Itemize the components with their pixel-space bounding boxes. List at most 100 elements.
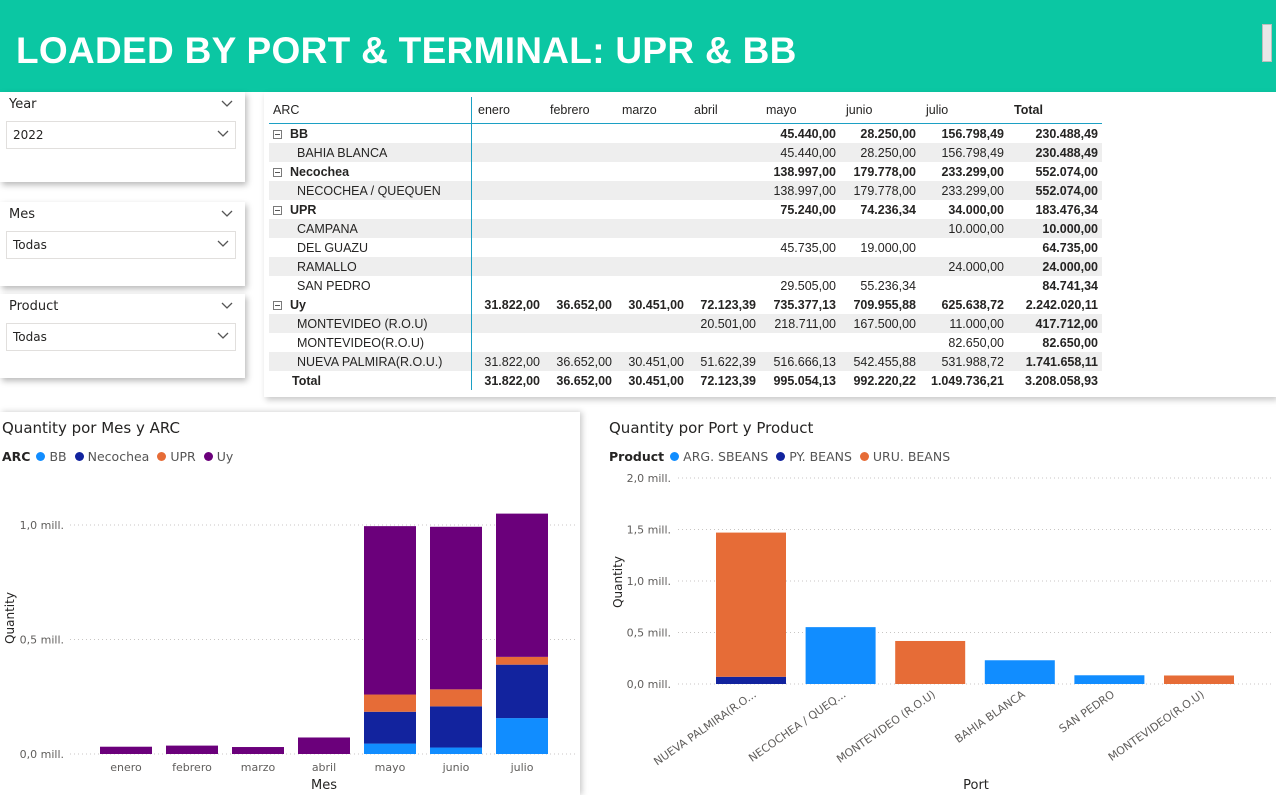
row-label: NUEVA PALMIRA(R.O.U.) <box>297 354 443 369</box>
matrix-row[interactable]: SAN PEDRO 29.505,00 55.236,34 84.741,34 <box>269 276 1102 295</box>
column-header[interactable]: julio <box>920 97 1008 124</box>
matrix-row[interactable]: MONTEVIDEO(R.O.U) 82.650,00 82.650,00 <box>269 333 1102 352</box>
bar-segment[interactable] <box>430 526 482 690</box>
bar-segment[interactable] <box>496 513 548 657</box>
bar-segment[interactable] <box>716 532 786 677</box>
y-tick-label: 0,5 mill. <box>627 627 671 640</box>
matrix-row[interactable]: MONTEVIDEO (R.O.U) 20.501,00 218.711,00 167… <box>269 314 1102 333</box>
value-cell: 992.220,22 <box>853 373 916 388</box>
year-slicer: Year 2022 <box>0 92 245 182</box>
chevron-down-icon[interactable] <box>221 210 233 218</box>
matrix-row[interactable]: DEL GUAZU 45.735,00 19.000,00 64.735,00 <box>269 238 1102 257</box>
matrix-group-row[interactable]: Uy 31.822,00 36.652,00 30.451,00 72.123,39 73… <box>269 295 1102 314</box>
row-header: NUEVA PALMIRA(R.O.U.) <box>269 352 472 371</box>
bar-segment[interactable] <box>364 711 416 744</box>
x-tick-label: NECOCHEA / QUEQ... <box>746 688 848 765</box>
value-cell <box>840 257 920 276</box>
column-header[interactable]: junio <box>840 97 920 124</box>
bar-segment[interactable] <box>100 746 152 754</box>
bar-segment[interactable] <box>1074 675 1145 684</box>
row-total-cell: 552.074,00 <box>1035 164 1098 179</box>
y-tick-label: 2,0 mill. <box>627 472 671 485</box>
bar-segment[interactable] <box>430 706 482 748</box>
row-header[interactable]: UPR <box>269 200 472 219</box>
bar-segment[interactable] <box>364 743 416 754</box>
bar-segment[interactable] <box>166 745 218 754</box>
value-cell <box>472 333 545 352</box>
matrix-body: BB 45.440,00 28.250,00 156.798,49 230.488,49… <box>269 123 1102 390</box>
value-cell: 709.955,88 <box>853 297 916 312</box>
row-total-cell: 2.242.020,11 <box>1025 297 1098 312</box>
chevron-down-icon[interactable] <box>221 302 233 310</box>
column-header[interactable]: Total <box>1008 97 1102 124</box>
page-scrollbar[interactable] <box>1262 24 1272 62</box>
bar-segment[interactable] <box>1164 675 1234 684</box>
value-cell: 20.501,00 <box>688 314 760 333</box>
value-cell: 1.049.736,21 <box>931 373 1004 388</box>
value-cell <box>544 257 616 276</box>
year-dropdown[interactable]: 2022 <box>6 121 236 149</box>
value-cell <box>760 219 840 238</box>
matrix-row[interactable]: NUEVA PALMIRA(R.O.U.) 31.822,00 36.652,00 3… <box>269 352 1102 371</box>
bar-segment[interactable] <box>364 694 416 712</box>
row-label: MONTEVIDEO(R.O.U) <box>297 335 425 350</box>
collapse-icon[interactable] <box>273 205 282 215</box>
value-cell: 24.000,00 <box>920 257 1008 276</box>
collapse-icon[interactable] <box>273 129 282 139</box>
x-tick-label: julio <box>510 761 534 774</box>
matrix-row[interactable]: BAHIA BLANCA 45.440,00 28.250,00 156.798,49… <box>269 143 1102 162</box>
bar-segment[interactable] <box>496 656 548 665</box>
row-header[interactable]: Uy <box>269 295 472 314</box>
x-tick-label: BAHIA BLANCA <box>952 688 1027 746</box>
column-header[interactable]: marzo <box>616 97 688 124</box>
value-cell <box>688 257 760 276</box>
value-cell: 625.638,72 <box>941 297 1004 312</box>
matrix-group-row[interactable]: UPR 75.240,00 74.236,34 34.000,00 183.476,34 <box>269 200 1102 219</box>
bar-segment[interactable] <box>496 718 548 754</box>
value-cell: 30.451,00 <box>628 297 684 312</box>
bar-segment[interactable] <box>984 660 1055 684</box>
matrix-total-row[interactable]: Total 31.822,00 36.652,00 30.451,00 72.123,3… <box>269 371 1102 390</box>
value-cell <box>616 219 688 238</box>
bar-segment[interactable] <box>805 627 876 684</box>
collapse-icon[interactable] <box>273 300 282 310</box>
value-cell <box>544 276 616 295</box>
value-cell <box>760 333 840 352</box>
column-header[interactable]: febrero <box>544 97 616 124</box>
row-header[interactable]: BB <box>269 123 472 143</box>
column-header[interactable]: enero <box>471 97 544 124</box>
product-dropdown[interactable]: Todas <box>6 323 236 351</box>
matrix-group-row[interactable]: BB 45.440,00 28.250,00 156.798,49 230.488,49 <box>269 123 1102 143</box>
matrix-row[interactable]: NECOCHEA / QUEQUEN 138.997,00 179.778,00 23… <box>269 181 1102 200</box>
bar-segment[interactable] <box>232 747 284 754</box>
bar-segment[interactable] <box>716 676 786 684</box>
bar-segment[interactable] <box>298 737 350 754</box>
bar-segment[interactable] <box>496 664 548 719</box>
collapse-icon[interactable] <box>273 167 282 177</box>
mes-dropdown[interactable]: Todas <box>6 231 236 259</box>
value-cell: 30.451,00 <box>616 352 688 371</box>
bar-segment[interactable] <box>430 747 482 754</box>
chevron-down-icon[interactable] <box>221 100 233 108</box>
row-label: RAMALLO <box>297 259 357 274</box>
page-title: LOADED BY PORT & TERMINAL: UPR & BB <box>16 30 797 71</box>
column-header[interactable]: mayo <box>760 97 840 124</box>
y-tick-label: 0,0 mill. <box>20 748 64 761</box>
matrix-row[interactable]: RAMALLO 24.000,00 24.000,00 <box>269 257 1102 276</box>
bar-segment[interactable] <box>364 526 416 695</box>
bar-segment[interactable] <box>430 689 482 707</box>
row-total-cell: 183.476,34 <box>1035 202 1098 217</box>
bar-segment[interactable] <box>895 640 966 684</box>
value-cell <box>472 162 545 181</box>
column-header[interactable]: abril <box>688 97 760 124</box>
row-header[interactable]: Necochea <box>269 162 472 181</box>
value-cell: 30.451,00 <box>628 373 684 388</box>
y-tick-label: 1,0 mill. <box>627 575 671 588</box>
matrix-group-row[interactable]: Necochea 138.997,00 179.778,00 233.299,00 55… <box>269 162 1102 181</box>
value-cell <box>688 276 760 295</box>
value-cell: 233.299,00 <box>941 164 1004 179</box>
row-total-cell: 82.650,00 <box>1042 335 1098 350</box>
row-total-cell: 10.000,00 <box>1008 219 1102 238</box>
matrix-row[interactable]: CAMPANA 10.000,00 10.000,00 <box>269 219 1102 238</box>
column-header[interactable]: ARC <box>269 97 472 124</box>
